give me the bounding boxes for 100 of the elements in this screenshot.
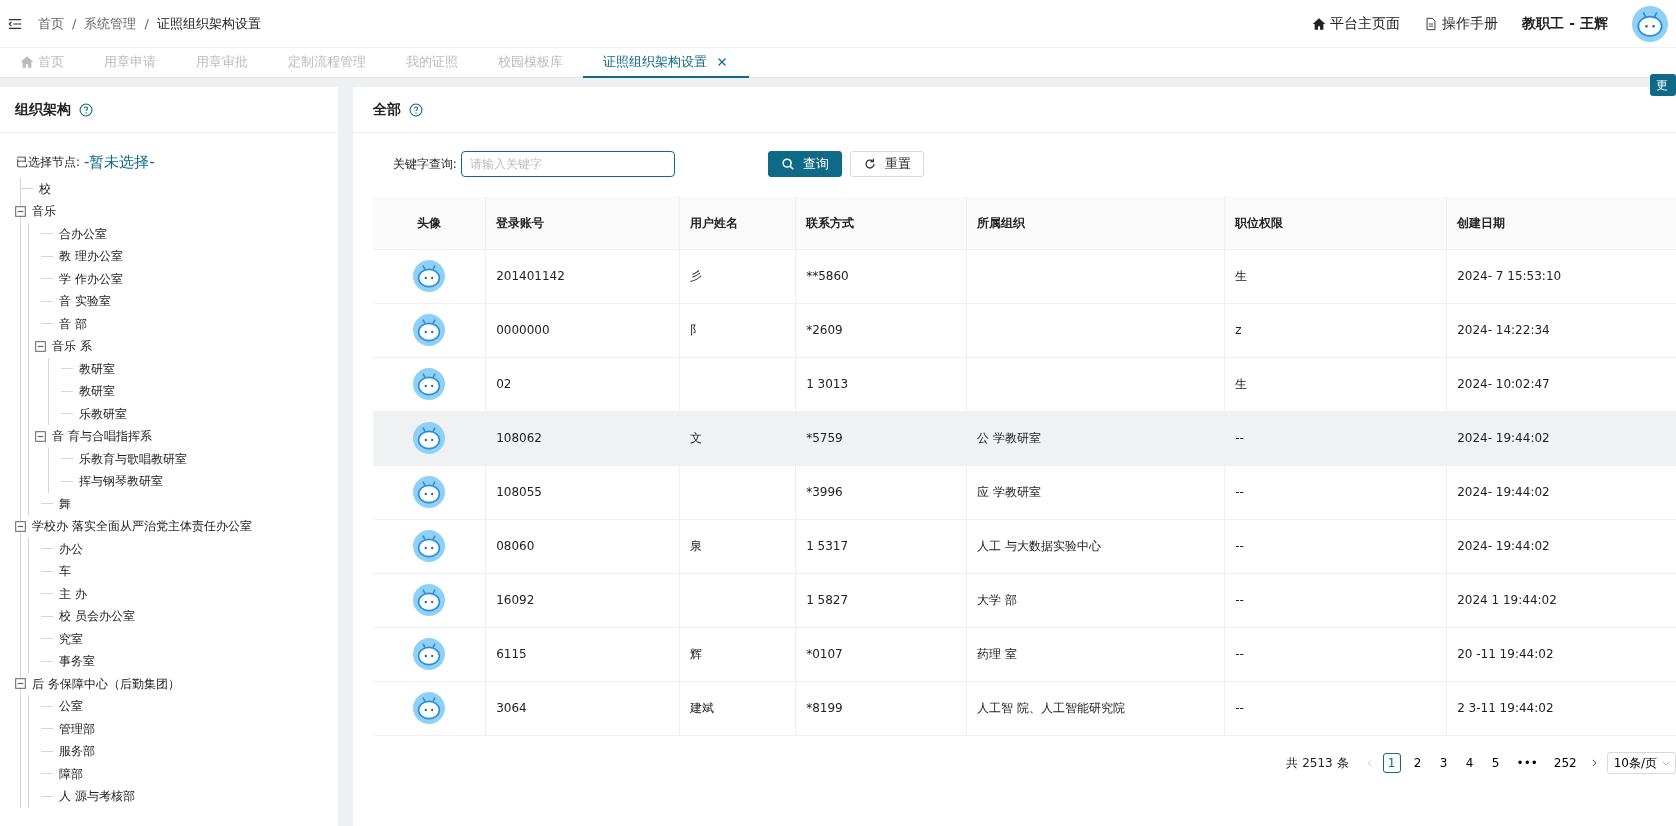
menu-icon[interactable]	[8, 16, 22, 31]
search-button[interactable]: 查询	[767, 151, 842, 177]
table-cell: 人工 与大数据实验中心	[977, 539, 1101, 553]
page-button[interactable]: 5	[1486, 752, 1505, 773]
breadcrumb-separator: /	[72, 14, 77, 33]
tree-node[interactable]: 办公	[59, 539, 83, 558]
column-header: 所属组织	[966, 197, 1225, 249]
tree-node[interactable]: 音 部	[59, 314, 87, 333]
column-header: 联系方式	[795, 197, 967, 249]
total-count: 共 2513 条	[1286, 754, 1349, 772]
collapse-icon[interactable]	[35, 340, 46, 352]
collapse-icon[interactable]	[15, 678, 26, 690]
tree-node[interactable]: 校	[39, 179, 51, 198]
table-cell: 人工智 院、人工智能研究院	[977, 701, 1125, 715]
selected-node-value: -暂未选择-	[84, 152, 155, 173]
reset-button[interactable]: 重置	[849, 151, 924, 177]
avatar-icon	[412, 422, 445, 454]
table-cell: --	[1235, 431, 1244, 445]
tree-node[interactable]: 音乐	[32, 202, 56, 221]
table-cell: 2 3-11 19:44:02	[1457, 701, 1554, 715]
table-cell: 大学 部	[977, 593, 1017, 607]
tree-node[interactable]: 乐教研室	[79, 404, 127, 423]
tree-node[interactable]: 公室	[59, 697, 83, 716]
reset-icon	[862, 157, 877, 171]
help-icon[interactable]	[408, 102, 423, 117]
tree-node[interactable]: 舞	[59, 494, 71, 513]
collapse-icon[interactable]	[15, 520, 26, 532]
table-cell: *8199	[806, 701, 843, 715]
tree-node[interactable]: 后 务保障中心（后勤集团）	[32, 674, 180, 693]
home-icon	[1312, 16, 1327, 31]
tree-node[interactable]: 音 实验室	[59, 292, 111, 311]
tree-node[interactable]: 管理部	[59, 719, 95, 738]
tree-node[interactable]: 挥与钢琴教研室	[79, 472, 163, 491]
page-size-select[interactable]: 10条/页	[1606, 751, 1676, 774]
tree-node[interactable]: 音 育与合唱指挥系	[52, 427, 152, 446]
table-cell: 2024- 14:22:34	[1457, 323, 1550, 337]
table-cell: 泉	[690, 539, 703, 553]
table-cell: 16092	[496, 593, 535, 607]
collapse-icon[interactable]	[15, 205, 26, 217]
tree-node[interactable]: 学 作办公室	[59, 269, 123, 288]
avatar-icon[interactable]	[1632, 5, 1668, 42]
table-cell: 阝	[690, 323, 703, 337]
table-cell: --	[1235, 485, 1244, 499]
document-icon	[1424, 16, 1439, 31]
home-page-link[interactable]: 平台主页面	[1312, 13, 1401, 34]
column-header: 创建日期	[1446, 197, 1676, 249]
table-cell: 2024- 19:44:02	[1457, 485, 1550, 499]
tree-node[interactable]: 障部	[59, 764, 83, 783]
manual-link[interactable]: 操作手册	[1424, 13, 1499, 34]
user-name[interactable]: 教职工 - 王辉	[1522, 13, 1608, 34]
tree-node[interactable]: 教研室	[79, 382, 115, 401]
table-cell: --	[1235, 647, 1244, 661]
page-button[interactable]: 2	[1408, 752, 1427, 773]
table-cell: 2024- 10:02:47	[1457, 377, 1550, 391]
page-button[interactable]: 3	[1434, 752, 1453, 773]
tree-node[interactable]: 车	[59, 562, 71, 581]
breadcrumb-link[interactable]: 首页	[38, 13, 64, 34]
collapse-icon[interactable]	[35, 430, 46, 442]
table-cell: 辉	[690, 647, 703, 661]
tree-node[interactable]: 学校办 落实全面从严治党主体责任办公室	[32, 517, 252, 536]
tree-node[interactable]: 人 源与考核部	[59, 787, 135, 806]
table-cell: 2024- 19:44:02	[1457, 431, 1550, 445]
table-cell: *3996	[806, 485, 843, 499]
search-field[interactable]: 请输入关键字	[460, 151, 675, 177]
table-cell: 1 3013	[806, 377, 849, 391]
avatar-icon	[412, 530, 445, 562]
tree-node[interactable]: 服务部	[59, 742, 95, 761]
side-button[interactable]: 更	[1650, 74, 1676, 96]
table-cell: 108062	[496, 431, 542, 445]
table-cell: 2024- 7 15:53:10	[1457, 269, 1562, 283]
table-cell: 1 5317	[806, 539, 849, 553]
tree-node[interactable]: 教研室	[79, 359, 115, 378]
avatar-icon	[412, 476, 445, 508]
page-button[interactable]: •••	[1512, 752, 1542, 773]
search-icon	[780, 157, 795, 171]
tree-node[interactable]: 事务室	[59, 652, 95, 671]
breadcrumb-link[interactable]: 系统管理	[84, 13, 137, 34]
help-icon[interactable]	[79, 102, 93, 117]
page-button[interactable]: 252	[1549, 752, 1581, 773]
table-cell: 3064	[496, 701, 527, 715]
tree-node[interactable]: 主 办	[59, 584, 87, 603]
avatar-icon	[412, 260, 445, 292]
table-cell: 药理 室	[977, 647, 1017, 661]
page-button[interactable]: 1	[1382, 752, 1401, 773]
table-cell: 2024- 19:44:02	[1457, 539, 1550, 553]
column-header: 登录账号	[485, 197, 680, 249]
table-cell: **5860	[806, 269, 849, 283]
page-button[interactable]: 4	[1460, 752, 1479, 773]
tree-node[interactable]: 乐教育与歌唱教研室	[79, 449, 187, 468]
column-header: 头像	[372, 197, 486, 249]
tree-node[interactable]: 校 员会办公室	[59, 607, 135, 626]
tree-node[interactable]: 教 理办公室	[59, 247, 123, 266]
table-cell: 公 学教研室	[977, 431, 1041, 445]
tab[interactable]: 证照组织架构设置	[583, 48, 749, 78]
tree-node[interactable]: 合办公室	[59, 224, 107, 243]
column-header: 用户姓名	[679, 197, 796, 249]
tree-node[interactable]: 音乐 系	[52, 337, 92, 356]
avatar-icon	[412, 368, 445, 400]
tree-node[interactable]: 究室	[59, 629, 83, 648]
home-icon	[20, 55, 34, 69]
